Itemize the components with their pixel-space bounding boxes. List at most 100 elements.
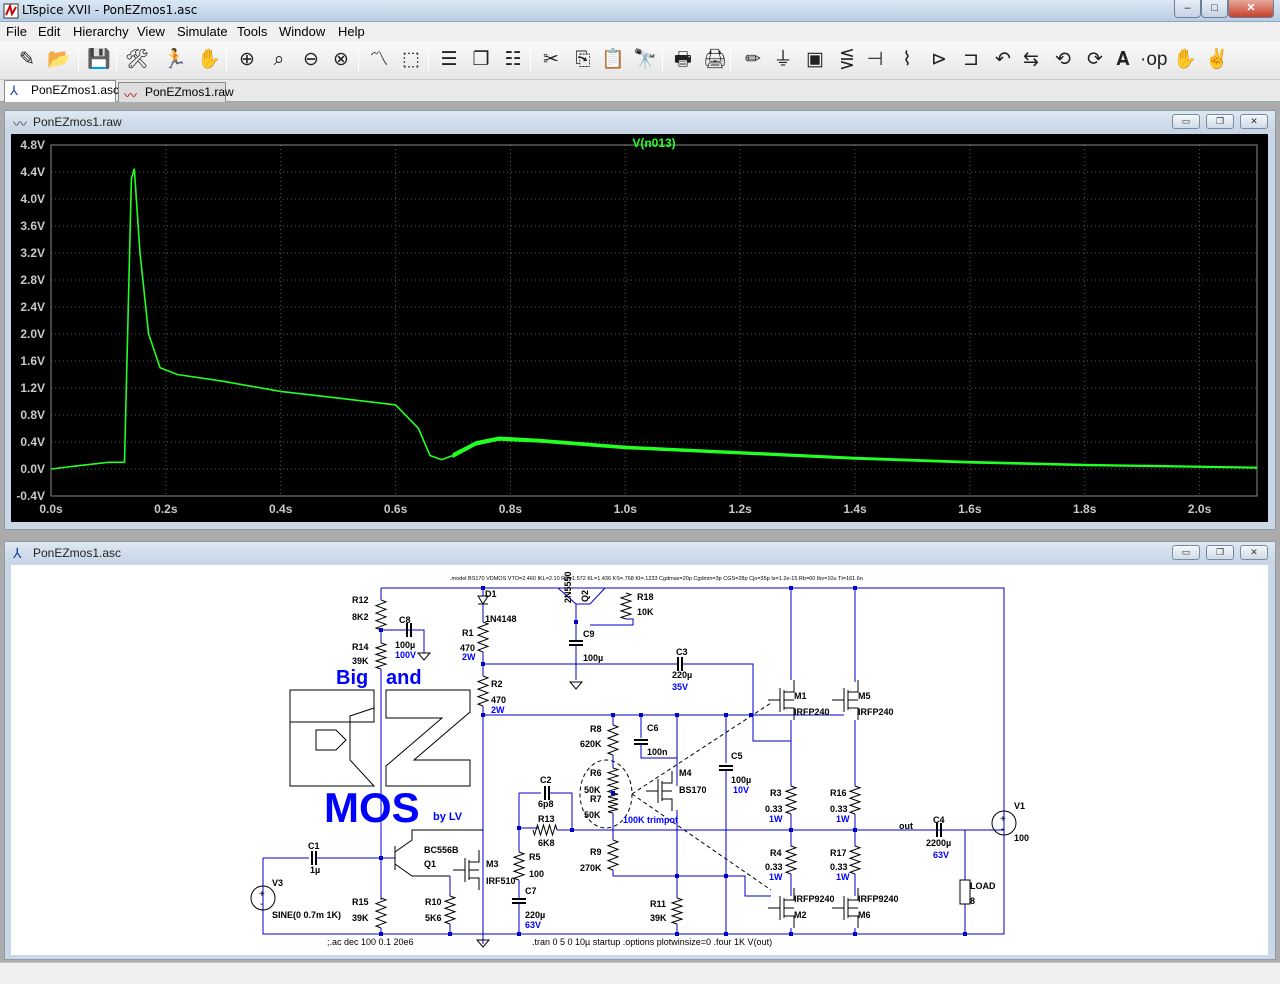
spice-directive-icon[interactable]: ·op <box>1140 47 1167 73</box>
label-net-icon[interactable]: ▣ <box>802 47 828 73</box>
c2-name: C2 <box>540 775 552 785</box>
maximize-button[interactable]: □ <box>1201 0 1228 18</box>
zoom-out-icon[interactable]: ⊖ <box>298 47 324 73</box>
waveform-plot[interactable]: 0.0s 0.2s 0.4s 0.6s 0.8s 1.0s 1.2s 1.4s 1.6s 1.8s… <box>11 134 1268 522</box>
m5-name: M5 <box>858 691 871 701</box>
menu-simulate[interactable]: Simulate <box>177 24 228 39</box>
find-icon[interactable]: 🔭 <box>632 47 658 73</box>
menu-view[interactable]: View <box>137 24 165 39</box>
v1-name: V1 <box>1014 801 1025 811</box>
r2-name: R2 <box>491 679 503 689</box>
menu-tools[interactable]: Tools <box>237 24 267 39</box>
hand-move-icon[interactable]: ✋ <box>1172 47 1198 73</box>
r1-resistor <box>476 621 490 653</box>
r2-rating: 2W <box>491 705 505 715</box>
new-schematic-icon[interactable]: ✎ <box>14 47 40 73</box>
r15-value: 39K <box>352 913 369 923</box>
minimize-button[interactable]: – <box>1174 0 1201 18</box>
zoom-in-icon[interactable]: ⊕ <box>234 47 260 73</box>
component-icon[interactable]: ⊐ <box>958 47 984 73</box>
cut-icon[interactable]: ✂ <box>538 47 564 73</box>
window-title: LTspice XVII - PonEZmos1.asc <box>22 3 198 17</box>
inductor-icon[interactable]: ⌇ <box>894 47 920 73</box>
schematic-restore-button[interactable]: ❐ <box>1206 545 1234 560</box>
draw-wire-icon[interactable]: ✏ <box>740 47 766 73</box>
r14-name: R14 <box>352 642 369 652</box>
r12-resistor <box>374 599 388 631</box>
schematic-icon: ⅄ <box>10 83 18 98</box>
redo-icon[interactable]: ⟳ <box>1082 47 1108 73</box>
c4-name: C4 <box>933 815 945 825</box>
y-tick-label: 2.0V <box>20 327 45 341</box>
waveform-minimize-button[interactable]: ▭ <box>1172 114 1200 129</box>
r11-value: 39K <box>650 913 667 923</box>
open-icon[interactable]: 📂 <box>46 47 72 73</box>
copy-icon[interactable]: ⎘ <box>570 47 596 73</box>
resistor-icon[interactable]: ⋚ <box>834 47 860 73</box>
r5-value: 100 <box>529 869 544 879</box>
m1-name: M1 <box>794 691 807 701</box>
junction <box>379 628 383 632</box>
menu-hierarchy[interactable]: Hierarchy <box>73 24 129 39</box>
tile-horizontal-icon[interactable]: ☰ <box>436 47 462 73</box>
y-tick-label: 4.8V <box>20 138 45 152</box>
schematic-canvas[interactable]: +-+-Big andMOS by LV.model BS170 VDMOS VTO… <box>11 565 1268 955</box>
pan-icon[interactable]: ⌕ <box>266 47 292 73</box>
print-setup-icon[interactable]: 🖨 <box>702 47 728 73</box>
m5-value: IRFP240 <box>858 707 894 717</box>
r16-rating: 1W <box>836 814 850 824</box>
r13-resistor <box>532 823 558 837</box>
toolbar-separator <box>662 48 663 72</box>
schematic-icon: ⅄ <box>13 545 22 561</box>
cascade-icon[interactable]: ❐ <box>468 47 494 73</box>
x-tick-label: 1.8s <box>1073 502 1097 516</box>
schematic-minimize-button[interactable]: ▭ <box>1172 545 1200 560</box>
menu-window[interactable]: Window <box>279 24 325 39</box>
mark-unref-icon[interactable]: ⬚ <box>398 47 424 73</box>
halt-icon[interactable]: ✋ <box>196 47 222 73</box>
text-icon[interactable]: 𝐀 <box>1110 47 1136 73</box>
logo-by-lv: by LV <box>433 811 463 823</box>
waveform-icon: 〰 <box>13 116 27 132</box>
mirror-icon[interactable]: ⇆ <box>1018 47 1044 73</box>
paste-icon[interactable]: 📋 <box>600 47 626 73</box>
r3-value: 0.33 <box>765 804 783 814</box>
hand-drag-icon[interactable]: ✌ <box>1204 47 1230 73</box>
m2-name: M2 <box>794 910 807 920</box>
tab-waveform[interactable]: 〰 PonEZmos1.raw <box>118 82 234 103</box>
junction <box>517 826 521 830</box>
print-icon[interactable]: 🖶 <box>670 47 696 73</box>
autorange-icon[interactable]: 〽 <box>366 47 392 73</box>
tile-vertical-icon[interactable]: ☷ <box>500 47 526 73</box>
title-bar: LTspice XVII - PonEZmos1.asc – □ ✕ <box>0 0 1280 22</box>
diode-icon[interactable]: ⊳ <box>926 47 952 73</box>
undo-icon[interactable]: ⟲ <box>1050 47 1076 73</box>
x-tick-label: 1.6s <box>958 502 982 516</box>
r8-name: R8 <box>590 724 602 734</box>
zoom-cancel-icon[interactable]: ⊗ <box>328 47 354 73</box>
rotate-icon[interactable]: ↶ <box>990 47 1016 73</box>
x-tick-label: 1.4s <box>843 502 867 516</box>
waveform-restore-button[interactable]: ❐ <box>1206 114 1234 129</box>
schematic-close-button[interactable]: ✕ <box>1240 545 1268 560</box>
capacitor-icon[interactable]: ⊣ <box>862 47 888 73</box>
r1-rating: 2W <box>462 652 476 662</box>
waveform-window-title: PonEZmos1.raw <box>33 115 122 129</box>
r17-name: R17 <box>830 848 847 858</box>
menu-edit[interactable]: Edit <box>38 24 60 39</box>
m1-value: IRFP240 <box>794 707 830 717</box>
m1-transistor <box>768 680 795 720</box>
control-panel-icon[interactable]: 🛠 <box>124 47 150 73</box>
menu-file[interactable]: File <box>6 24 27 39</box>
close-button[interactable]: ✕ <box>1228 0 1274 18</box>
save-icon[interactable]: 💾 <box>86 47 112 73</box>
tab-schematic[interactable]: ⅄ PonEZmos1.asc <box>4 80 119 102</box>
run-icon[interactable]: 🏃 <box>162 47 188 73</box>
menu-help[interactable]: Help <box>338 24 365 39</box>
ground-icon[interactable]: ⏚ <box>770 47 796 73</box>
junction <box>481 662 485 666</box>
junction <box>570 828 574 832</box>
waveform-close-button[interactable]: ✕ <box>1240 114 1268 129</box>
r13-value: 6K8 <box>538 838 555 848</box>
m2-transistor <box>768 888 795 928</box>
